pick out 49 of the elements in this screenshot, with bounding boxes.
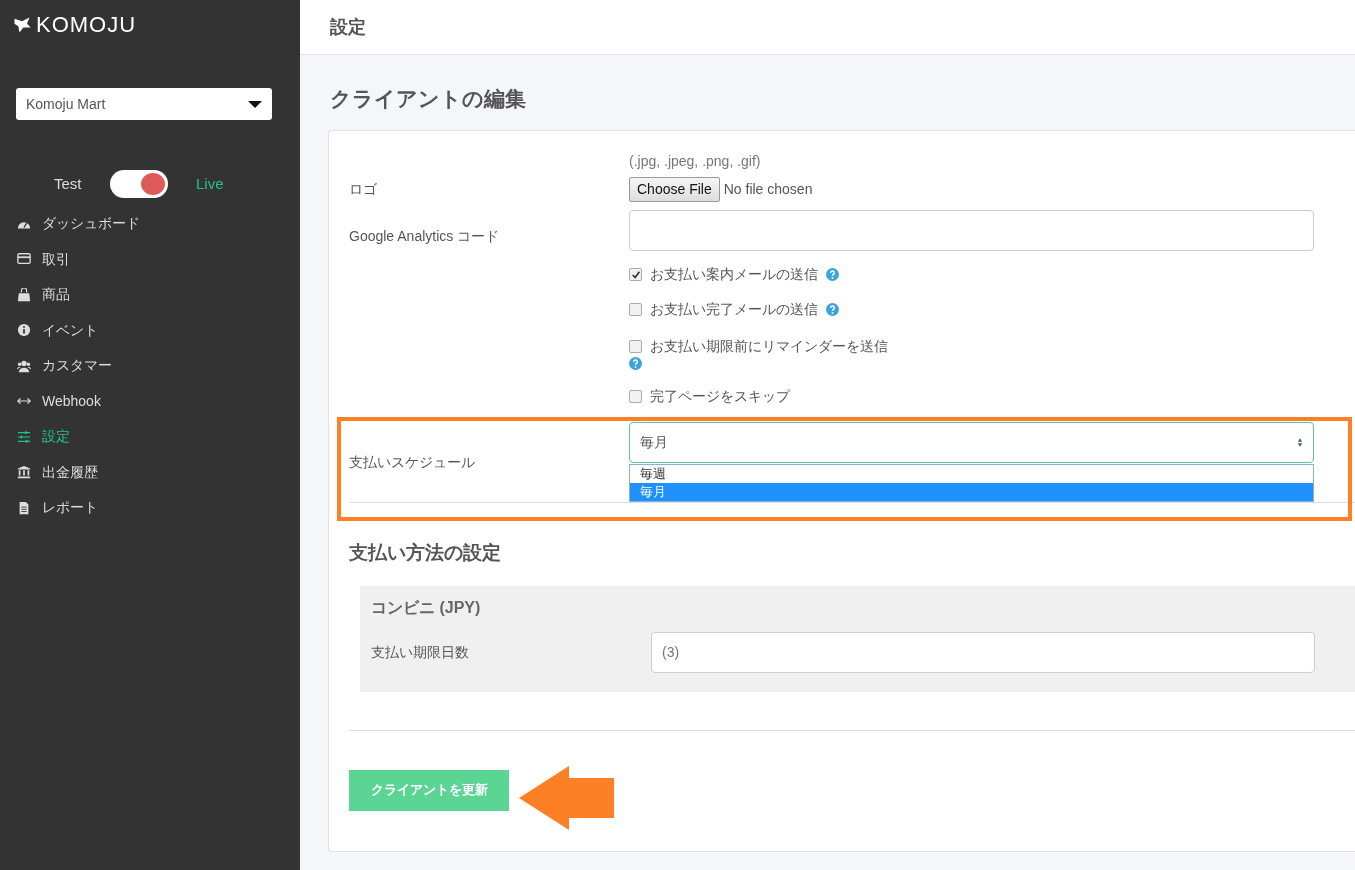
- sliders-icon: [16, 429, 32, 444]
- field-label: 支払い期限日数: [371, 643, 469, 660]
- checkbox-label: 完了ページをスキップ: [650, 387, 790, 406]
- credit-card-icon: [16, 252, 32, 267]
- page-title: クライアントの編集: [330, 87, 526, 110]
- nav-item[interactable]: ダッシュボード: [0, 206, 300, 242]
- checkbox-label: お支払い案内メールの送信: [650, 265, 818, 284]
- checkbox[interactable]: [629, 268, 642, 281]
- dropdown-option[interactable]: 毎週: [630, 465, 1313, 483]
- brand-logo: KOMOJU: [36, 14, 137, 36]
- schedule-select[interactable]: 毎月: [629, 422, 1314, 463]
- field-label: Google Analytics コード: [349, 227, 500, 244]
- info-icon: [16, 323, 32, 338]
- mode-toggle[interactable]: [110, 170, 168, 198]
- nav-item[interactable]: 設定: [0, 419, 300, 455]
- nav-item[interactable]: 商品: [0, 277, 300, 313]
- check-icon: [630, 269, 641, 280]
- panel-title: コンビニ (JPY): [371, 598, 481, 616]
- nav-item[interactable]: 出金履歴: [0, 454, 300, 490]
- file-status: No file chosen: [723, 179, 813, 199]
- checkbox[interactable]: [629, 339, 642, 353]
- text-input[interactable]: [629, 209, 1314, 251]
- nav-item[interactable]: 取引: [0, 241, 300, 277]
- select-value: 毎月: [640, 433, 668, 452]
- field-label: 支払いスケジュール: [349, 452, 475, 472]
- account-select[interactable]: Komoju Mart: [16, 88, 272, 120]
- sort-arrows-icon: [1297, 438, 1303, 447]
- section-title: 支払い方法の設定: [349, 542, 501, 563]
- bank-icon: [16, 465, 32, 480]
- caret-icon: [248, 100, 262, 108]
- nav-item[interactable]: カスタマー: [0, 348, 300, 384]
- checkbox[interactable]: [629, 390, 642, 403]
- nav-item[interactable]: レポート: [0, 490, 300, 526]
- account-name: Komoju Mart: [26, 94, 106, 114]
- shopping-bag-icon: [16, 287, 32, 302]
- field-label: ロゴ: [349, 180, 377, 197]
- mode-label: Live: [196, 173, 224, 194]
- checkbox-label: お支払い完了メールの送信: [650, 300, 818, 319]
- users-icon: [16, 358, 32, 373]
- checkbox[interactable]: [629, 303, 642, 316]
- number-input[interactable]: (3): [651, 631, 1315, 673]
- mode-label: Test: [54, 173, 83, 194]
- file-type-hint: (.jpg, .jpeg, .png, .gif): [629, 151, 761, 171]
- choose-file-button[interactable]: Choose File: [629, 176, 720, 202]
- checkbox-label: お支払い期限前にリマインダーを送信: [650, 336, 888, 356]
- nav-item[interactable]: イベント: [0, 312, 300, 348]
- nav-item[interactable]: Webhook: [0, 383, 300, 419]
- header-title: 設定: [330, 15, 366, 39]
- logo-icon: [12, 15, 32, 35]
